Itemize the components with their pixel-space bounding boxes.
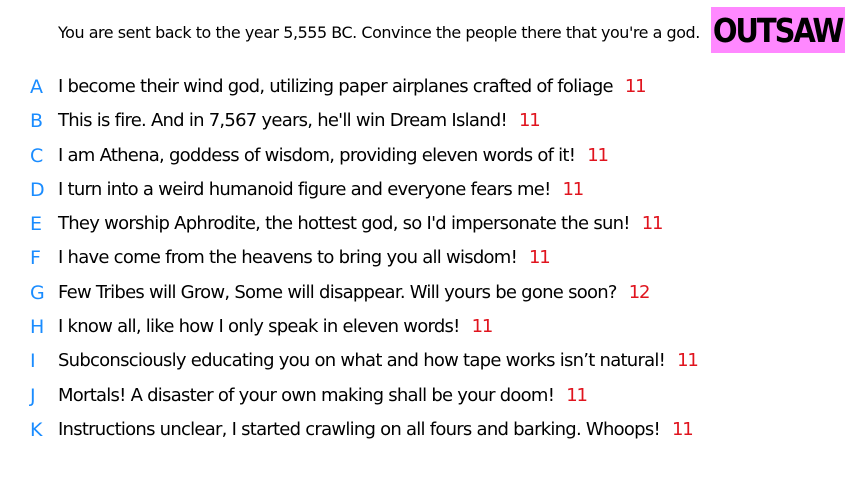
entry-body: This is fire. And in 7,567 years, he'll …	[58, 108, 541, 134]
entry-letter: B	[30, 110, 43, 133]
entry-letter: E	[30, 213, 42, 236]
word-count: 11	[566, 384, 588, 406]
entry-text: This is fire. And in 7,567 years, he'll …	[58, 110, 508, 132]
entry-a: A I become their wind god, utilizing pap…	[0, 70, 853, 104]
entry-body: Mortals! A disaster of your own making s…	[58, 383, 588, 409]
entry-text: I become their wind god, utilizing paper…	[58, 76, 614, 97]
entry-text: I know all, like how I only speak in ele…	[58, 316, 460, 338]
word-count: 11	[587, 144, 609, 166]
entry-text: Subconsciously educating you on what and…	[58, 350, 666, 372]
entry-j: J Mortals! A disaster of your own making…	[0, 379, 853, 413]
entry-i: I Subconsciously educating you on what a…	[0, 344, 853, 378]
entry-text: Few Tribes will Grow, Some will disappea…	[58, 281, 617, 303]
entry-letter: C	[30, 144, 43, 167]
word-count: 11	[677, 350, 699, 372]
entry-body: I am Athena, goddess of wisdom, providin…	[58, 143, 609, 169]
entry-text: They worship Aphrodite, the hottest god,…	[58, 213, 630, 235]
entry-text: Instructions unclear, I started crawling…	[58, 418, 661, 440]
entry-letter: J	[30, 384, 36, 407]
entry-body: Subconsciously educating you on what and…	[58, 348, 699, 374]
entry-body: I have come from the heavens to bring yo…	[58, 245, 551, 271]
entry-b: B This is fire. And in 7,567 years, he'l…	[0, 104, 853, 138]
outsaw-badge: OUTSAW	[711, 7, 845, 53]
entry-h: H I know all, like how I only speak in e…	[0, 310, 853, 344]
word-count: 11	[671, 418, 694, 440]
entry-body: Few Tribes will Grow, Some will disappea…	[58, 280, 651, 306]
entry-letter: K	[30, 418, 42, 441]
entry-list: A I become their wind god, utilizing pap…	[0, 70, 853, 447]
badge-label: OUTSAW	[713, 10, 845, 50]
word-count: 11	[562, 178, 585, 200]
prompt-text: You are sent back to the year 5,555 BC. …	[58, 23, 700, 42]
entry-letter: A	[30, 76, 43, 98]
word-count: 11	[529, 247, 551, 269]
entry-letter: G	[30, 281, 45, 304]
entry-body: Instructions unclear, I started crawling…	[58, 417, 694, 443]
entry-text: I have come from the heavens to bring yo…	[58, 247, 518, 269]
entry-d: D I turn into a weird humanoid figure an…	[0, 173, 853, 207]
entry-letter: H	[30, 316, 44, 339]
word-count: 12	[628, 281, 651, 303]
entry-letter: F	[30, 247, 41, 270]
entry-text: Mortals! A disaster of your own making s…	[58, 384, 555, 406]
entry-body: I turn into a weird humanoid figure and …	[58, 177, 585, 203]
entry-body: I become their wind god, utilizing paper…	[58, 74, 647, 100]
entry-e: E They worship Aphrodite, the hottest go…	[0, 207, 853, 241]
entry-c: C I am Athena, goddess of wisdom, provid…	[0, 139, 853, 173]
word-count: 11	[624, 76, 647, 97]
word-count: 11	[641, 213, 664, 235]
entry-text: I turn into a weird humanoid figure and …	[58, 178, 551, 200]
entry-letter: I	[30, 350, 36, 373]
entry-body: I know all, like how I only speak in ele…	[58, 314, 494, 340]
word-count: 11	[518, 110, 541, 132]
entry-body: They worship Aphrodite, the hottest god,…	[58, 211, 664, 237]
entry-k: K Instructions unclear, I started crawli…	[0, 413, 853, 447]
word-count: 11	[471, 316, 494, 338]
entry-letter: D	[30, 178, 45, 201]
entry-text: I am Athena, goddess of wisdom, providin…	[58, 144, 576, 166]
entry-f: F I have come from the heavens to bring …	[0, 241, 853, 275]
entry-g: G Few Tribes will Grow, Some will disapp…	[0, 276, 853, 310]
